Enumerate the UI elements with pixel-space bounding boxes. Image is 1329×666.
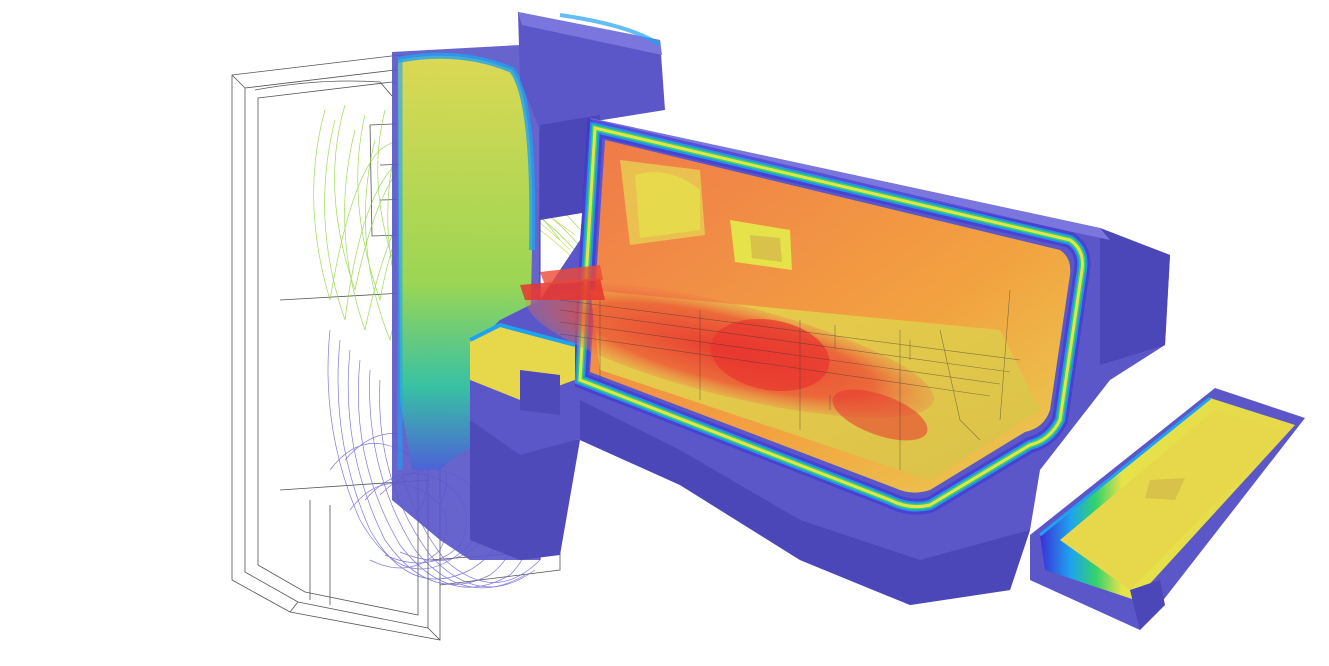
furnace-simulation-render bbox=[231, 12, 1305, 641]
